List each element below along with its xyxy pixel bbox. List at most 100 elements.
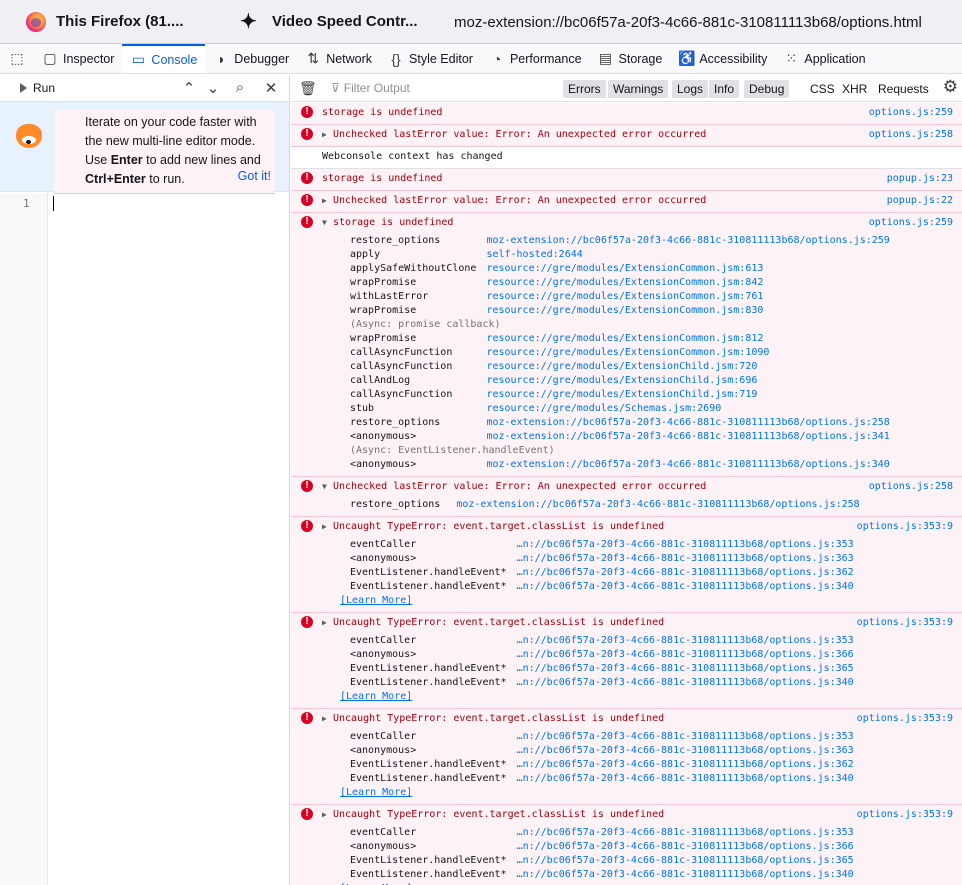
frame-source-link[interactable]: resource://gre/modules/ExtensionCommon.j… bbox=[486, 346, 962, 360]
filter-errors-button[interactable]: Errors bbox=[563, 80, 606, 98]
tab-accessibility[interactable]: ♿ Accessibility bbox=[670, 44, 775, 73]
message-source-link[interactable]: options.js:258 bbox=[869, 480, 953, 494]
frame-source-link[interactable]: resource://gre/modules/ExtensionCommon.j… bbox=[486, 262, 962, 276]
console-message[interactable]: ! ▼ storage is undefined options.js:259 rest… bbox=[291, 213, 962, 477]
message-source-link[interactable]: options.js:353:9 bbox=[857, 712, 953, 726]
frame-source-link[interactable]: moz-extension://bc06f57a-20f3-4c66-881c-… bbox=[486, 458, 962, 472]
console-message[interactable]: ! ▶ Uncaught TypeError: event.target.class… bbox=[291, 517, 962, 613]
tab-console[interactable]: ▭ Console bbox=[122, 44, 206, 73]
filter-requests-button[interactable]: Requests bbox=[878, 80, 929, 98]
console-message[interactable]: ! storage is undefined options.js:259 bbox=[291, 103, 962, 125]
frame-source-link[interactable]: …n://bc06f57a-20f3-4c66-881c-310811113b6… bbox=[517, 662, 962, 676]
filter-xhr-button[interactable]: XHR bbox=[842, 80, 867, 98]
frame-source-link[interactable]: resource://gre/modules/ExtensionCommon.j… bbox=[486, 332, 962, 346]
frame-source-link[interactable]: …n://bc06f57a-20f3-4c66-881c-310811113b6… bbox=[517, 772, 962, 786]
collapsed-arrow-icon[interactable]: ▶ bbox=[322, 712, 333, 726]
browser-tab-this-firefox[interactable]: This Firefox (81.... bbox=[0, 0, 212, 44]
frame-source-link[interactable]: …n://bc06f57a-20f3-4c66-881c-310811113b6… bbox=[517, 566, 962, 580]
frame-source-link[interactable]: …n://bc06f57a-20f3-4c66-881c-310811113b6… bbox=[517, 648, 962, 662]
got-it-button[interactable]: Got it! bbox=[238, 169, 271, 183]
filter-output-input[interactable]: ⊽ Filter Output bbox=[331, 81, 410, 95]
frame-source-link[interactable]: …n://bc06f57a-20f3-4c66-881c-310811113b6… bbox=[517, 634, 962, 648]
clear-output-icon[interactable]: 🗑 bbox=[299, 80, 317, 97]
frame-source-link[interactable]: moz-extension://bc06f57a-20f3-4c66-881c-… bbox=[456, 498, 962, 512]
tab-application[interactable]: ⁙ Application bbox=[775, 44, 873, 73]
chevron-up-icon[interactable]: ⌃ bbox=[180, 79, 198, 97]
frame-source-link[interactable]: …n://bc06f57a-20f3-4c66-881c-310811113b6… bbox=[517, 840, 962, 854]
frame-function: wrapPromise bbox=[350, 305, 417, 316]
collapsed-arrow-icon[interactable]: ▶ bbox=[322, 128, 333, 142]
collapsed-arrow-icon[interactable]: ▶ bbox=[322, 194, 333, 208]
console-message[interactable]: Webconsole context has changed bbox=[291, 147, 962, 169]
frame-source-link[interactable]: moz-extension://bc06f57a-20f3-4c66-881c-… bbox=[486, 416, 962, 430]
run-button[interactable]: Run bbox=[14, 78, 61, 98]
frame-source-link[interactable]: resource://gre/modules/ExtensionChild.js… bbox=[486, 374, 962, 388]
message-source-link[interactable]: popup.js:23 bbox=[887, 172, 953, 186]
expanded-arrow-icon[interactable]: ▼ bbox=[322, 480, 333, 494]
collapsed-arrow-icon[interactable]: ▶ bbox=[322, 520, 333, 534]
learn-more-link[interactable]: [Learn More] bbox=[340, 690, 962, 704]
tab-storage[interactable]: ▤ Storage bbox=[590, 44, 671, 73]
filter-logs-button[interactable]: Logs bbox=[672, 80, 709, 98]
browser-tab-video-speed[interactable]: ✦ Video Speed Contr... bbox=[226, 0, 446, 44]
frame-source-link[interactable]: resource://gre/modules/ExtensionCommon.j… bbox=[486, 276, 962, 290]
frame-source-link[interactable]: …n://bc06f57a-20f3-4c66-881c-310811113b6… bbox=[517, 854, 962, 868]
frame-source-link[interactable]: …n://bc06f57a-20f3-4c66-881c-310811113b6… bbox=[517, 538, 962, 552]
element-picker-button[interactable]: ⬚ bbox=[0, 44, 34, 73]
learn-more-link[interactable]: [Learn More] bbox=[340, 786, 962, 800]
settings-gear-icon[interactable]: ⚙ bbox=[943, 77, 958, 97]
console-message[interactable]: ! ▶ Unchecked lastError value: Error: An u… bbox=[291, 191, 962, 213]
message-source-link[interactable]: options.js:353:9 bbox=[857, 616, 953, 630]
reverse-search-icon[interactable]: ⌕ bbox=[231, 79, 249, 96]
close-editor-icon[interactable]: ✕ bbox=[262, 79, 280, 97]
console-message[interactable]: ! ▶ Uncaught TypeError: event.target.class… bbox=[291, 709, 962, 805]
frame-source-link[interactable]: resource://gre/modules/ExtensionChild.js… bbox=[486, 388, 962, 402]
console-message[interactable]: ! ▶ Uncaught TypeError: event.target.class… bbox=[291, 613, 962, 709]
console-message[interactable]: ! ▼ Unchecked lastError value: Error: An u… bbox=[291, 477, 962, 517]
console-message[interactable]: ! storage is undefined popup.js:23 bbox=[291, 169, 962, 191]
frame-source-link[interactable]: …n://bc06f57a-20f3-4c66-881c-310811113b6… bbox=[517, 730, 962, 744]
frame-source-link[interactable]: moz-extension://bc06f57a-20f3-4c66-881c-… bbox=[486, 234, 962, 248]
stack-trace: eventCaller …n://bc06f57a-20f3-4c66-881c-… bbox=[350, 826, 962, 882]
tab-network[interactable]: ⇅ Network bbox=[297, 44, 380, 73]
frame-source-link[interactable]: …n://bc06f57a-20f3-4c66-881c-310811113b6… bbox=[517, 826, 962, 840]
tab-inspector[interactable]: ▢ Inspector bbox=[34, 44, 122, 73]
url-bar[interactable]: moz-extension://bc06f57a-20f3-4c66-881c-… bbox=[454, 0, 922, 44]
stack-trace: eventCaller …n://bc06f57a-20f3-4c66-881c-… bbox=[350, 634, 962, 690]
frame-source-link[interactable]: resource://gre/modules/ExtensionCommon.j… bbox=[486, 304, 962, 318]
message-source-link[interactable]: options.js:259 bbox=[869, 106, 953, 120]
frame-source-link[interactable]: …n://bc06f57a-20f3-4c66-881c-310811113b6… bbox=[517, 758, 962, 772]
browser-tab-title: This Firefox (81.... bbox=[56, 13, 184, 30]
frame-source-link[interactable]: resource://gre/modules/ExtensionCommon.j… bbox=[486, 290, 962, 304]
frame-source-link[interactable]: …n://bc06f57a-20f3-4c66-881c-310811113b6… bbox=[517, 744, 962, 758]
filter-debug-button[interactable]: Debug bbox=[744, 80, 790, 98]
message-source-link[interactable]: options.js:259 bbox=[869, 216, 953, 230]
frame-source-link[interactable]: …n://bc06f57a-20f3-4c66-881c-310811113b6… bbox=[517, 552, 962, 566]
message-source-link[interactable]: options.js:353:9 bbox=[857, 808, 953, 822]
filter-warnings-button[interactable]: Warnings bbox=[608, 80, 669, 98]
learn-more-link[interactable]: [Learn More] bbox=[340, 594, 962, 608]
frame-source-link[interactable]: …n://bc06f57a-20f3-4c66-881c-310811113b6… bbox=[517, 676, 962, 690]
console-message[interactable]: ! ▶ Unchecked lastError value: Error: An u… bbox=[291, 125, 962, 147]
tab-performance[interactable]: ◔ Performance bbox=[481, 44, 590, 73]
frame-source-link[interactable]: …n://bc06f57a-20f3-4c66-881c-310811113b6… bbox=[517, 868, 962, 882]
collapsed-arrow-icon[interactable]: ▶ bbox=[322, 808, 333, 822]
filter-css-button[interactable]: CSS bbox=[810, 80, 835, 98]
message-source-link[interactable]: options.js:353:9 bbox=[857, 520, 953, 534]
tab-debugger[interactable]: ◗ Debugger bbox=[205, 44, 297, 73]
frame-function: callAsyncFunction bbox=[350, 361, 453, 372]
message-source-link[interactable]: popup.js:22 bbox=[887, 194, 953, 208]
frame-source-link[interactable]: resource://gre/modules/ExtensionChild.js… bbox=[486, 360, 962, 374]
frame-source-link[interactable]: moz-extension://bc06f57a-20f3-4c66-881c-… bbox=[486, 430, 962, 444]
collapsed-arrow-icon[interactable]: ▶ bbox=[322, 616, 333, 630]
frame-source-link[interactable]: self-hosted:2644 bbox=[486, 248, 962, 262]
filter-info-button[interactable]: Info bbox=[709, 80, 740, 98]
tab-style-editor[interactable]: {} Style Editor bbox=[380, 44, 481, 73]
message-source-link[interactable]: options.js:258 bbox=[869, 128, 953, 142]
frame-source-link[interactable]: …n://bc06f57a-20f3-4c66-881c-310811113b6… bbox=[517, 580, 962, 594]
expanded-arrow-icon[interactable]: ▼ bbox=[322, 216, 333, 230]
chevron-down-icon[interactable]: ⌄ bbox=[204, 79, 222, 97]
console-message[interactable]: ! ▶ Uncaught TypeError: event.target.class… bbox=[291, 805, 962, 885]
frame-source-link[interactable]: resource://gre/modules/Schemas.jsm:2690 bbox=[486, 402, 962, 416]
code-input[interactable] bbox=[49, 193, 289, 885]
